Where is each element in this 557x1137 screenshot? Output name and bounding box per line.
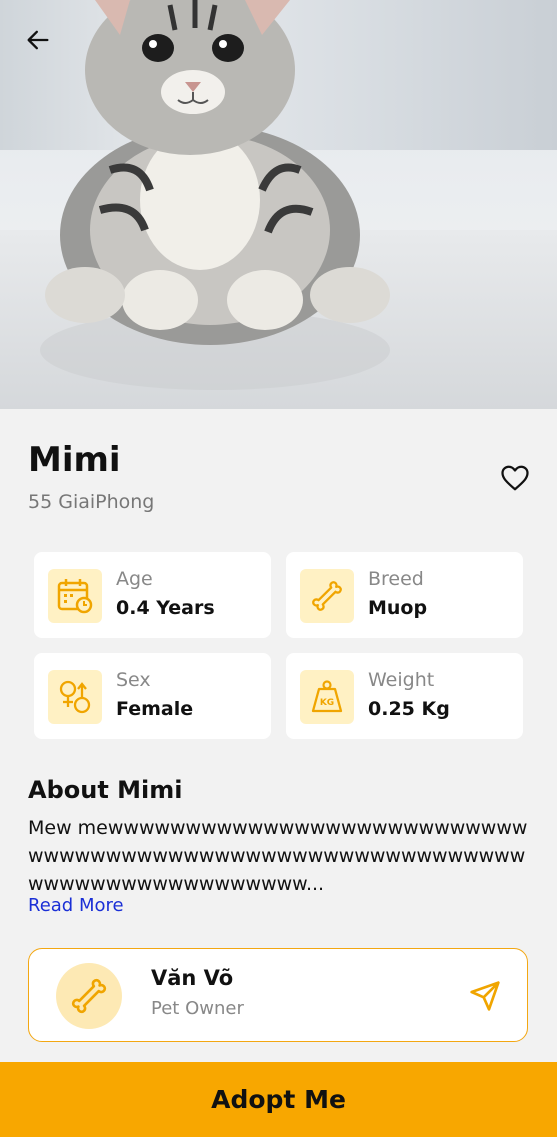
pet-address: 55 GiaiPhong: [28, 491, 155, 513]
stat-label: Weight: [368, 669, 435, 691]
stat-card-breed: Breed Muop: [286, 552, 523, 638]
favorite-button[interactable]: [498, 462, 532, 494]
heart-icon: [501, 465, 529, 491]
about-title: About Mimi: [28, 776, 183, 804]
svg-text:KG: KG: [320, 698, 334, 708]
stat-value: 0.4 Years: [116, 597, 215, 619]
owner-card[interactable]: Văn Võ Pet Owner: [28, 948, 528, 1042]
stat-card-sex: Sex Female: [34, 653, 271, 739]
avatar: [56, 963, 122, 1029]
message-owner-button[interactable]: [467, 979, 503, 1013]
kitten-illustration: [40, 0, 390, 390]
owner-name: Văn Võ: [151, 966, 234, 990]
stat-value: 0.25 Kg: [368, 698, 450, 720]
about-text: Mew mewwwwwwwwwwwwwwwwwwwwwwwwwwwwwwwwww…: [28, 817, 528, 895]
calendar-icon: [48, 569, 102, 623]
gender-icon: [48, 670, 102, 724]
bone-icon: [300, 569, 354, 623]
stat-card-age: Age 0.4 Years: [34, 552, 271, 638]
bone-icon: [71, 978, 107, 1014]
stat-label: Breed: [368, 568, 424, 590]
stat-value: Female: [116, 698, 194, 720]
adopt-button[interactable]: Adopt Me: [0, 1062, 557, 1137]
owner-role: Pet Owner: [151, 998, 244, 1019]
weight-icon: KG: [300, 670, 354, 724]
stat-label: Age: [116, 568, 153, 590]
pet-name: Mimi: [28, 440, 121, 480]
send-icon: [470, 981, 500, 1011]
pet-photo: [0, 0, 557, 409]
stat-value: Muop: [368, 597, 428, 619]
read-more-link[interactable]: Read More: [28, 895, 124, 916]
stat-card-weight: KG Weight 0.25 Kg: [286, 653, 523, 739]
stat-label: Sex: [116, 669, 151, 691]
back-button[interactable]: [18, 22, 58, 58]
arrow-left-icon: [27, 30, 49, 50]
